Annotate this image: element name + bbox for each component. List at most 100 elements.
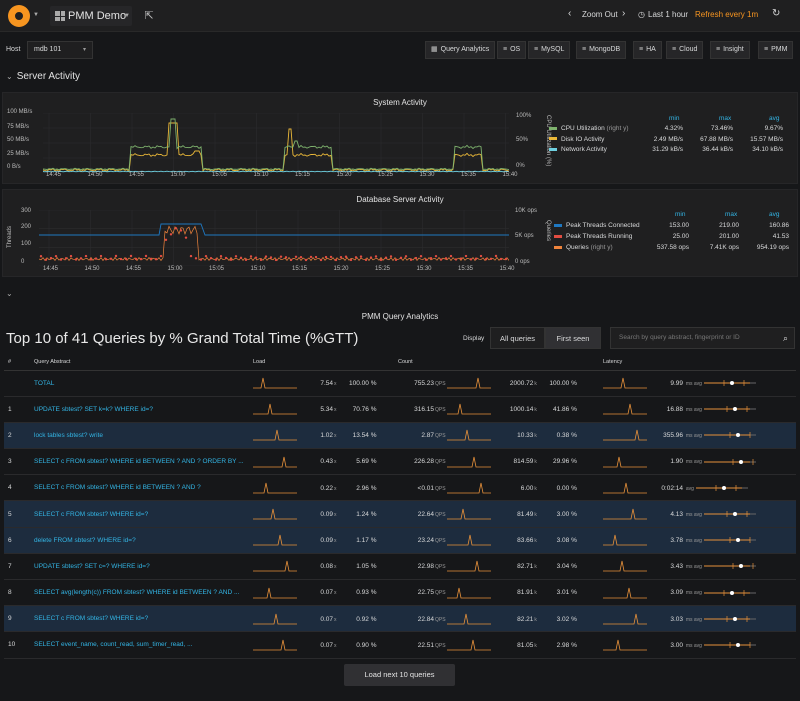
query-abstract-link[interactable]: delete FROM sbtest? WHERE id=? <box>30 527 249 554</box>
qps-unit: QPS <box>435 485 446 492</box>
menu-icon: ≡ <box>716 46 721 53</box>
grafana-logo-icon[interactable] <box>8 5 30 27</box>
threads-running-point <box>409 258 413 261</box>
query-row[interactable]: 3 SELECT c FROM sbtest? WHERE id BETWEEN … <box>4 448 796 476</box>
logo-caret-icon[interactable]: ▼ <box>33 12 39 18</box>
count-cell: 22.98QPS 82.71k 3.04 % <box>394 553 599 581</box>
query-abstract-link[interactable]: SELECT avg(length(c)) FROM sbtest? WHERE… <box>30 579 249 607</box>
nav-cloud[interactable]: ≡ Cloud <box>666 41 704 59</box>
nav-query-analytics[interactable]: ▦ Query Analytics <box>425 41 496 59</box>
query-text: SELECT c FROM sbtest? WHERE id=? <box>34 510 149 518</box>
threads-running-point <box>254 256 258 259</box>
legend-item[interactable]: Queries (right y) <box>554 244 613 251</box>
grid-icon: ▦ <box>431 46 438 53</box>
row-server-activity[interactable]: ⌄ Server Activity <box>6 71 80 82</box>
total-row[interactable]: TOTAL 7.54x 100.00 % 755.23QPS 2000.72k 100.… <box>4 370 796 397</box>
query-row[interactable]: 1 UPDATE sbtest? SET k=k? WHERE id=? 5.34x… <box>4 396 796 423</box>
x-tick: 15:25 <box>378 172 394 178</box>
query-abstract-link[interactable]: SELECT event_name, count_read, sum_timer… <box>30 631 249 659</box>
legend-item[interactable]: Disk IO Activity <box>549 136 604 143</box>
query-row[interactable]: 7 UPDATE sbtest? SET c=? WHERE id=? 0.08x 1… <box>4 553 796 581</box>
latency-cell: 3.43 ms avg <box>599 553 796 581</box>
zoom-out-button[interactable]: Zoom Out <box>582 10 618 19</box>
legend-max-value: 36.44 kB/s <box>702 146 733 153</box>
query-row[interactable]: 4 SELECT c FROM sbtest? WHERE id BETWEEN … <box>4 474 796 502</box>
query-abstract-link[interactable]: UPDATE sbtest? SET c=? WHERE id=? <box>30 553 249 581</box>
query-abstract-link[interactable]: SELECT c FROM sbtest? WHERE id BETWEEN ?… <box>30 474 249 502</box>
count-cell: <0.01QPS 6.00k 0.00 % <box>394 474 599 502</box>
legend-min-value: 153.00 <box>669 222 689 229</box>
x-tick: 15:20 <box>333 266 349 272</box>
query-abstract-link[interactable]: UPDATE sbtest? SET k=k? WHERE id=? <box>30 396 249 423</box>
nav-pmm[interactable]: ≡ PMM <box>758 41 794 59</box>
query-row[interactable]: 6 delete FROM sbtest? WHERE id=? 0.09x 1.17… <box>4 527 796 554</box>
query-abstract-link[interactable]: SELECT c FROM sbtest? WHERE id=? <box>30 500 249 528</box>
query-abstract-link[interactable]: TOTAL <box>30 370 249 397</box>
load-value: 0.07 <box>320 641 333 649</box>
row-number: 4 <box>4 474 30 502</box>
query-search-input[interactable]: Search by query abstract, fingerprint or… <box>610 327 795 349</box>
time-range-picker[interactable]: Last 1 hour <box>648 10 688 19</box>
dashboard-picker-button[interactable]: PMM Demo ▼ <box>50 6 132 26</box>
legend-item[interactable]: Peak Threads Connected <box>554 222 640 229</box>
legend-item[interactable]: CPU Utilization (right y) <box>549 125 629 132</box>
threads-running-point <box>54 254 58 258</box>
x-tick: 15:35 <box>458 266 474 272</box>
threads-running-point <box>394 258 398 262</box>
x-tick: 15:00 <box>170 172 186 178</box>
load-cell: 1.02x 13.54 % <box>249 422 394 450</box>
legend-avg-value: 160.86 <box>769 222 789 229</box>
row-collapse-toggle[interactable]: ⌄ <box>6 288 17 299</box>
query-abstract-link[interactable]: SELECT c FROM sbtest? WHERE id BETWEEN ?… <box>30 448 249 476</box>
first-seen-toggle[interactable]: First seen <box>545 327 601 349</box>
nav-mysql[interactable]: ≡ MySQL <box>528 41 571 59</box>
threads-running-point <box>164 238 168 242</box>
all-queries-toggle[interactable]: All queries <box>490 327 545 349</box>
latency-value: 3.00 <box>670 641 683 649</box>
legend-name: Network Activity <box>561 146 607 153</box>
query-row[interactable]: 9 SELECT c FROM sbtest? WHERE id=? 0.07x 0.… <box>4 605 796 633</box>
query-text: SELECT event_name, count_read, sum_timer… <box>34 641 193 649</box>
x-tick: 14:50 <box>87 172 103 178</box>
query-row[interactable]: 8 SELECT avg(length(c)) FROM sbtest? WHER… <box>4 579 796 607</box>
legend-item[interactable]: Network Activity <box>549 146 607 153</box>
search-icon[interactable]: ⌕ <box>783 328 788 348</box>
latency-cell: 4.13 ms avg <box>599 500 796 528</box>
threads-running-point <box>59 258 63 261</box>
search-placeholder: Search by query abstract, fingerprint or… <box>619 334 740 341</box>
query-abstract-link[interactable]: SELECT c FROM sbtest? WHERE id=? <box>30 605 249 633</box>
sparkline <box>447 456 492 468</box>
threads-running-point <box>84 254 88 258</box>
latency-unit: ms avg <box>685 537 702 544</box>
clock-icon: ◷ <box>638 10 645 19</box>
time-back-icon[interactable]: ‹ <box>568 8 571 19</box>
row-number: 8 <box>4 579 30 607</box>
load-percent: 1.05 % <box>356 563 377 571</box>
query-text: SELECT avg(length(c)) FROM sbtest? WHERE… <box>34 589 240 597</box>
threads-running-point <box>449 254 453 258</box>
load-next-button[interactable]: Load next 10 queries <box>344 664 455 686</box>
legend-item[interactable]: Peak Threads Running <box>554 233 632 240</box>
refresh-icon[interactable]: ↻ <box>772 8 780 19</box>
x-tick: 15:30 <box>416 266 432 272</box>
latency-distribution <box>703 537 756 544</box>
threads-running-point <box>239 256 243 260</box>
panel-title: Database Server Activity <box>356 195 444 204</box>
nav-insight[interactable]: ≡ Insight <box>710 41 750 59</box>
refresh-interval[interactable]: Refresh every 1m <box>695 10 758 19</box>
qps-value: 22.64 <box>417 510 434 518</box>
query-row[interactable]: 10 SELECT event_name, count_read, sum_tim… <box>4 631 796 659</box>
share-icon[interactable]: ⇱ <box>140 7 158 25</box>
query-row[interactable]: 5 SELECT c FROM sbtest? WHERE id=? 0.09x 1.… <box>4 500 796 528</box>
nav-mongodb[interactable]: ≡ MongoDB <box>576 41 627 59</box>
query-abstract-link[interactable]: lock tables sbtest? write <box>30 422 249 450</box>
host-select[interactable]: mdb 101 ▾ <box>27 41 93 59</box>
time-forward-icon[interactable]: › <box>622 8 625 19</box>
query-row[interactable]: 2 lock tables sbtest? write 1.02x 13.54 % 2.… <box>4 422 796 450</box>
nav-os[interactable]: ≡ OS <box>497 41 527 59</box>
legend-swatch <box>554 223 562 227</box>
nav-ha[interactable]: ≡ HA <box>633 41 662 59</box>
legend-max-value: 73.46% <box>710 125 733 132</box>
sparkline <box>447 587 492 598</box>
threads-running-point <box>129 254 133 258</box>
